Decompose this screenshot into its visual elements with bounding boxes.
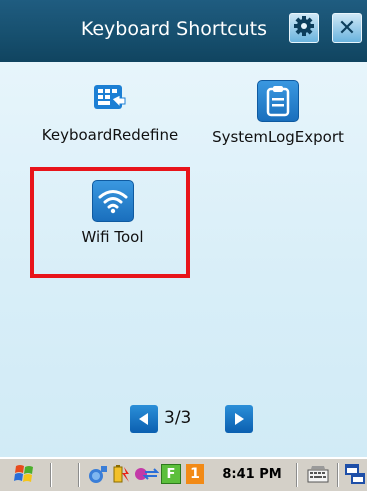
settings-button[interactable] [289,13,319,43]
taskbar-divider [296,463,298,487]
taskbar: F 1 8:41 PM [0,457,367,491]
pager: 3/3 [130,405,270,435]
f-badge: F [161,464,181,484]
taskbar-divider [78,463,80,487]
clipboard-icon [257,80,299,122]
keyboard-redefine-icon [90,80,130,120]
app-label: SystemLogExport [212,128,344,146]
app-keyboard-redefine[interactable]: KeyboardRedefine [35,80,185,144]
title-bar: Keyboard Shortcuts ✕ [0,0,367,62]
input-mode-indicator[interactable]: 1 [185,462,205,486]
start-button[interactable] [8,462,42,486]
clock[interactable]: 8:41 PM [212,462,292,486]
close-icon: ✕ [337,15,357,41]
page-indicator: 3/3 [164,408,192,428]
previous-page-button[interactable] [130,405,158,433]
taskbar-divider [50,463,52,487]
windows-flag-icon [14,465,33,482]
app-system-log-export[interactable]: SystemLogExport [203,80,353,146]
gear-icon [293,15,315,41]
close-button[interactable]: ✕ [332,13,362,43]
arrow-left-icon [139,413,148,425]
keyboard-icon[interactable] [305,462,331,486]
window-title: Keyboard Shortcuts [80,18,267,40]
app-label: KeyboardRedefine [41,126,179,144]
number-badge: 1 [186,464,204,484]
battery-icon[interactable] [110,462,132,486]
selection-highlight [30,167,190,278]
desktop-icon[interactable] [344,462,366,486]
sync-icon[interactable] [133,462,159,486]
arrow-right-icon [235,413,244,425]
taskbar-divider [337,463,339,487]
network-icon[interactable] [88,462,110,486]
next-page-button[interactable] [225,405,253,433]
function-key-indicator[interactable]: F [160,462,182,486]
